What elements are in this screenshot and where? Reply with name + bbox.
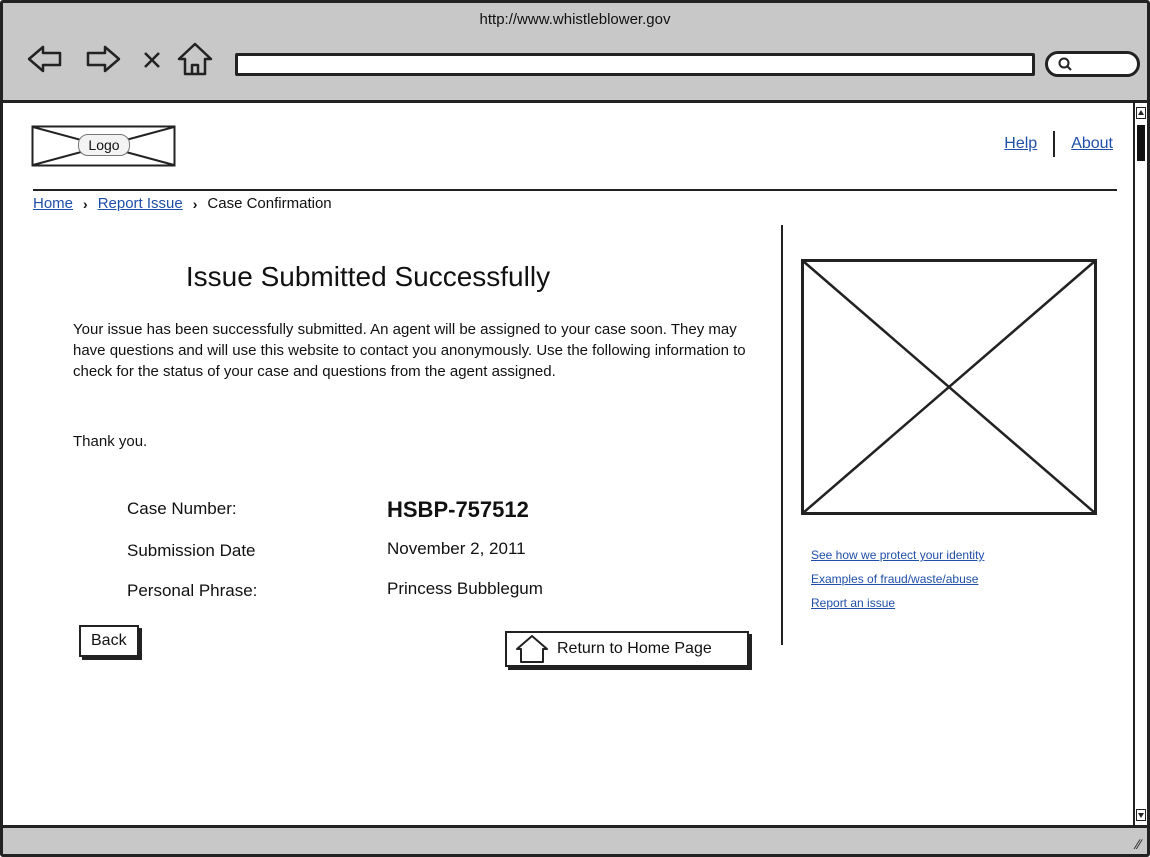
scroll-up-icon[interactable] [1136,107,1146,119]
arrow-right-icon[interactable] [83,39,123,79]
page-title: Issue Submitted Successfully [185,261,551,292]
thank-you-text: Thank you. [73,433,148,450]
link-divider [1053,131,1056,157]
arrow-left-icon[interactable] [25,39,65,79]
sidebar-link-report-issue[interactable]: Report an issue [811,591,984,615]
window-title: http://www.whistleblower.gov [479,11,671,28]
home-icon[interactable] [175,39,215,79]
header-divider [33,189,1117,191]
breadcrumb-report-issue[interactable]: Report Issue [98,195,183,212]
confirmation-message: Your issue has been successfully submitt… [73,321,746,380]
status-bar: ∕∕ [3,825,1147,854]
search-field[interactable] [1045,51,1140,77]
personal-phrase-value: Princess Bubblegum [387,579,543,598]
address-bar[interactable] [235,53,1035,76]
vertical-scrollbar[interactable] [1133,103,1147,825]
scroll-thumb[interactable] [1137,125,1145,161]
header-links: Help About [1004,131,1113,157]
chevron-right-icon: › [83,195,88,212]
return-home-label: Return to Home Page [557,640,712,657]
personal-phrase-label: Personal Phrase: [127,581,258,600]
breadcrumb-current: Case Confirmation [207,195,332,212]
page-content: Logo Help About Home › Report Issue › Ca… [3,103,1133,825]
chevron-right-icon: › [192,195,198,212]
browser-window: http://www.whistleblower.gov Logo Help A… [0,0,1150,857]
submission-date-label: Submission Date [127,541,256,560]
image-placeholder [801,259,1097,515]
close-icon[interactable] [137,39,167,79]
sidebar-links: See how we protect your identity Example… [811,543,984,615]
submission-date-value: November 2, 2011 [387,539,526,558]
scroll-down-icon[interactable] [1136,809,1146,821]
logo[interactable]: Logo [31,125,176,167]
search-icon [1058,57,1072,71]
home-icon [516,635,548,663]
sidebar-link-protect-identity[interactable]: See how we protect your identity [811,543,984,567]
case-number-label: Case Number: [127,499,237,518]
return-home-button[interactable]: Return to Home Page [505,631,749,667]
column-divider [781,225,783,645]
case-number-value: HSBP-757512 [387,497,529,522]
logo-label: Logo [78,134,130,156]
browser-toolbar: http://www.whistleblower.gov [3,3,1147,103]
sidebar-link-fraud-examples[interactable]: Examples of fraud/waste/abuse [811,567,984,591]
breadcrumb: Home › Report Issue › Case Confirmation [33,195,332,212]
help-link[interactable]: Help [1004,135,1037,153]
breadcrumb-home[interactable]: Home [33,195,73,212]
about-link[interactable]: About [1071,135,1113,153]
resize-grip-icon[interactable]: ∕∕ [1136,836,1141,852]
back-button[interactable]: Back [79,625,139,657]
